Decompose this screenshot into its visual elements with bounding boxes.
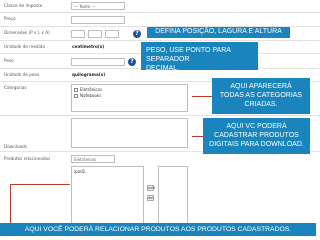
downloads-label: Downloads: [4, 144, 27, 149]
callout-dimensions: DEFINA POSIÇÃO, LAGURA E ALTURA: [147, 27, 290, 38]
related-product-label: ipad2: [74, 169, 86, 174]
related-product-item[interactable]: ipad2: [74, 169, 85, 174]
arrow-related-horizontal: [10, 184, 70, 185]
related-label: Produtos relacionados: [4, 156, 51, 161]
remove-related-button[interactable]: del: [147, 195, 154, 201]
tax-class-value: --- Nada ---: [74, 4, 96, 9]
categories-label: Categorias: [4, 85, 27, 90]
callout-categories-line1: AQUI APARECERÁ: [230, 83, 292, 90]
callout-weight-line2: DECIMAL.: [146, 65, 180, 72]
callout-weight: PESO, USE PONTO PARA SEPARADOR DECIMAL.: [141, 42, 258, 72]
length-unit-value[interactable]: centímetro(s): [72, 44, 104, 49]
add-related-button[interactable]: add: [147, 185, 155, 191]
related-category-value: Eletrônicos: [74, 157, 97, 162]
category-item[interactable]: Eletrônicos: [74, 87, 102, 92]
row-price: Preço: [0, 13, 320, 27]
related-products-list[interactable]: ipad2: [71, 166, 144, 226]
category-checkbox[interactable]: [74, 93, 78, 98]
callout-downloads-line1: AQUI VC PODERÁ: [226, 123, 287, 130]
callout-downloads: AQUI VC PODERÁ CADASTRAR PRODUTOS DIGITA…: [203, 118, 310, 154]
callout-categories: AQUI APARECERÁ TODAS AS CATEGORIAS CRIAD…: [212, 78, 310, 114]
tax-class-select[interactable]: --- Nada ---: [71, 2, 125, 10]
callout-categories-line3: CRIADAS.: [244, 101, 278, 108]
height-input[interactable]: [105, 30, 119, 38]
categories-list[interactable]: Eletrônicos Notebooks: [71, 84, 188, 112]
selected-related-list[interactable]: [158, 166, 188, 226]
arrow-downloads: [192, 136, 203, 137]
length-unit-label: Unidade de medida: [4, 44, 45, 49]
arrow-related-vertical: [10, 184, 11, 223]
category-item-label: Notebooks: [80, 93, 102, 98]
width-input[interactable]: [88, 30, 102, 38]
callout-categories-line2: TODAS AS CATEGORIAS: [219, 92, 303, 99]
arrow-categories: [192, 96, 212, 97]
row-tax-class: Classe de imposto --- Nada ---: [0, 0, 320, 13]
callout-dimensions-text: DEFINA POSIÇÃO, LAGURA E ALTURA: [155, 28, 282, 35]
downloads-list[interactable]: [71, 118, 188, 148]
length-input[interactable]: [71, 30, 85, 38]
weight-unit-value[interactable]: quilograma(s): [72, 72, 105, 77]
callout-related: AQUI VOCÊ PODERÁ RELACIONAR PRODUTOS AOS…: [0, 223, 316, 236]
tax-class-label: Classe de imposto: [4, 3, 43, 8]
weight-unit-label: Unidade de peso: [4, 72, 40, 77]
dimensions-label: Dimensões (P x L x A): [4, 30, 50, 35]
category-checkbox[interactable]: [74, 87, 78, 92]
callout-weight-line1: PESO, USE PONTO PARA SEPARADOR: [146, 47, 231, 63]
callout-downloads-line2: CADASTRAR PRODUTOS: [214, 132, 299, 139]
category-item-label: Eletrônicos: [80, 87, 103, 92]
price-input[interactable]: [71, 16, 125, 24]
weight-input[interactable]: [71, 58, 125, 66]
question-icon[interactable]: ?: [133, 30, 141, 38]
related-category-select[interactable]: Eletrônicos: [71, 155, 115, 163]
callout-related-text: AQUI VOCÊ PODERÁ RELACIONAR PRODUTOS AOS…: [24, 226, 292, 233]
price-label: Preço: [4, 16, 16, 21]
weight-label: Peso: [4, 58, 14, 63]
callout-downloads-line3: DIGITAIS PARA DOWNLOAD.: [209, 141, 304, 148]
question-icon[interactable]: ?: [128, 58, 136, 66]
category-item[interactable]: Notebooks: [74, 93, 101, 98]
